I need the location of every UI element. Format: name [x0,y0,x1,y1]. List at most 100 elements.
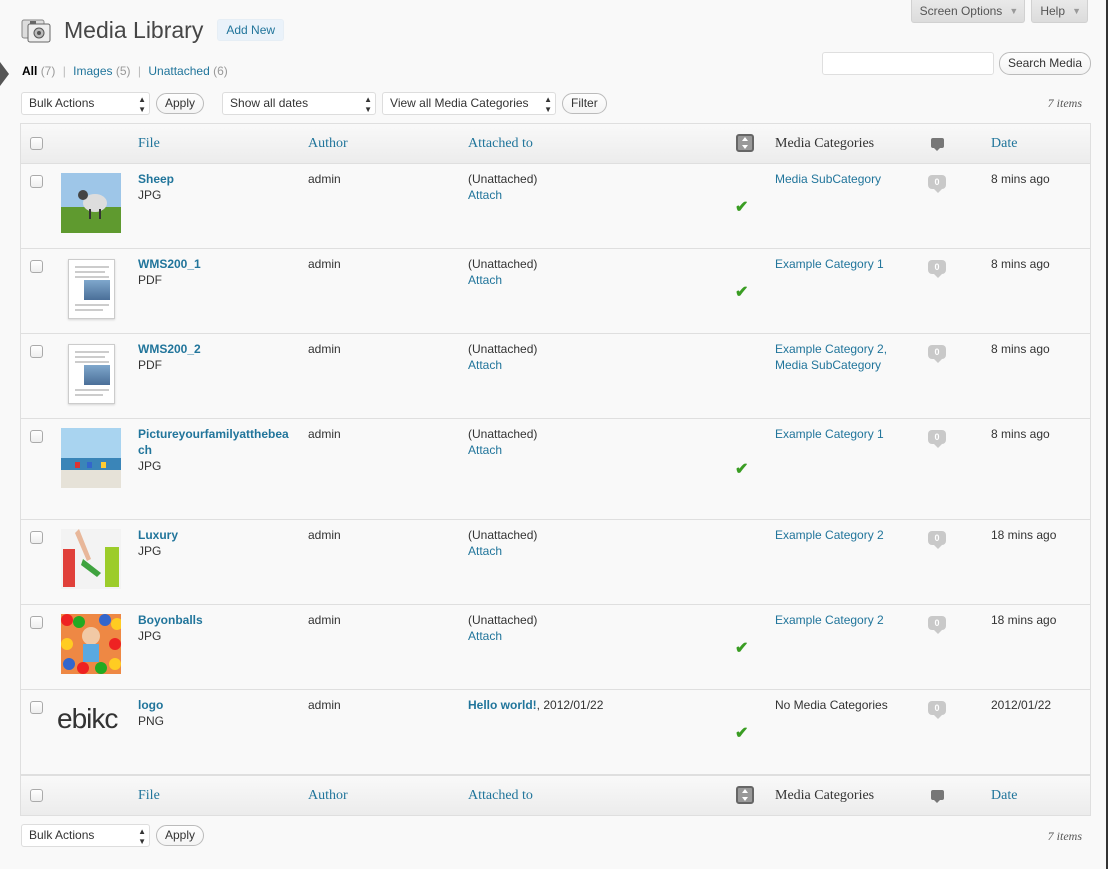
date-cell: 8 mins ago [991,257,1050,271]
comment-count-bubble[interactable]: 0 [928,345,946,363]
file-title-link[interactable]: WMS200_2 [138,342,201,356]
comment-count-bubble[interactable]: 0 [928,260,946,278]
categories-cell: Example Category 1 [775,256,884,272]
category-link[interactable]: Media SubCategory [775,172,881,186]
view-all-link[interactable]: All [22,64,37,78]
search-media-button[interactable]: Search Media [998,52,1091,75]
category-link[interactable]: Example Category 2 [775,528,884,542]
view-images-link[interactable]: Images [73,64,112,78]
attach-link[interactable]: Attach [468,358,502,372]
attached-status: (Unattached) [468,613,538,627]
attach-link[interactable]: Attach [468,443,502,457]
screen-options-button[interactable]: Screen Options ▼ [910,0,1026,23]
thumbnail-beach[interactable] [61,428,121,488]
comment-count-bubble[interactable]: 0 [928,701,946,719]
column-file-label[interactable]: File [138,788,160,803]
attach-link[interactable]: Attach [468,188,502,202]
row-checkbox[interactable] [30,345,43,358]
attach-link[interactable]: Attach [468,629,502,643]
table-row: ebikc logo PNG admin Hello world!, 2012/… [21,690,1090,775]
category-link[interactable]: Example Category 2 [775,613,884,627]
file-type: JPG [138,629,162,643]
file-title-link[interactable]: Luxury [138,528,178,542]
column-attached-label[interactable]: Attached to [468,136,533,151]
table-row: WMS200_2 PDF admin (Unattached) Attach E… [21,334,1090,419]
checkmark-icon: ✔ [735,461,749,478]
items-count-bottom: 7 items [1047,829,1082,843]
comments-column-icon[interactable] [931,790,944,803]
select-arrows-icon: ▲ ▼ [138,95,146,114]
row-checkbox[interactable] [30,616,43,629]
file-title-link[interactable]: WMS200_1 [138,257,201,271]
row-checkbox[interactable] [30,175,43,188]
apply-button[interactable]: Apply [156,93,205,114]
category-link[interactable]: Example Category 1 [775,257,884,271]
file-title-link[interactable]: logo [138,698,163,712]
view-unattached-link[interactable]: Unattached [148,64,209,78]
dates-value: Show all dates [230,96,309,110]
filter-button[interactable]: Filter [562,93,607,114]
select-all-checkbox[interactable] [30,137,43,150]
category-link[interactable]: Media SubCategory [775,358,881,372]
column-attached-to[interactable]: Attached to [468,124,533,164]
file-title-link[interactable]: Sheep [138,172,174,186]
row-checkbox[interactable] [30,701,43,714]
thumbnail-document[interactable] [68,259,115,319]
attached-cell: (Unattached) Attach [468,256,537,288]
comment-count-bubble[interactable]: 0 [928,430,946,448]
bulk-actions-select[interactable]: Bulk Actions ▲ ▼ [21,824,150,847]
column-author-label[interactable]: Author [308,136,348,151]
file-title-link[interactable]: Pictureyourfamilyatthebea ch [138,427,289,457]
thumbnail-luxury[interactable] [61,529,121,589]
comment-count-bubble[interactable]: 0 [928,175,946,193]
sync-column-icon [736,134,754,152]
column-attached-to[interactable]: Attached to [468,776,533,816]
row-checkbox[interactable] [30,430,43,443]
attached-cell: (Unattached) Attach [468,171,537,203]
select-arrows-icon: ▲ ▼ [364,95,373,114]
attached-status: (Unattached) [468,342,538,356]
column-date-label[interactable]: Date [991,136,1017,151]
select-all-checkbox[interactable] [30,789,43,802]
attach-link[interactable]: Attach [468,273,502,287]
apply-button[interactable]: Apply [156,825,205,846]
column-file[interactable]: File [138,776,160,816]
thumbnail-logo[interactable]: ebikc [57,704,129,734]
thumbnail-balls[interactable] [61,614,121,674]
column-author[interactable]: Author [308,776,348,816]
bulk-actions-value: Bulk Actions [29,96,95,110]
collapsed-menu-arrow[interactable] [0,62,9,86]
view-all-count: (7) [40,64,56,78]
column-author[interactable]: Author [308,124,348,164]
row-checkbox[interactable] [30,531,43,544]
row-checkbox[interactable] [30,260,43,273]
search-input[interactable] [821,52,994,75]
dates-select[interactable]: Show all dates ▲ ▼ [222,92,377,115]
file-title-part: ch [138,443,153,457]
column-file-label[interactable]: File [138,136,160,151]
file-title-link[interactable]: Boyonballs [138,613,203,627]
category-link[interactable]: Example Category 2, [775,342,887,356]
category-link[interactable]: Example Category 1 [775,427,884,441]
thumbnail-document[interactable] [68,344,115,404]
author-cell: admin [308,698,341,712]
screen-options-label: Screen Options [919,4,1003,18]
column-attached-label[interactable]: Attached to [468,788,533,803]
attached-post-link[interactable]: Hello world! [468,698,537,712]
attached-cell: Hello world!, 2012/01/22 [468,697,603,713]
column-author-label[interactable]: Author [308,788,348,803]
help-button[interactable]: Help ▼ [1031,0,1088,23]
column-file[interactable]: File [138,124,160,164]
table-row: Sheep JPG admin (Unattached) Attach ✔ Me… [21,164,1090,249]
comments-column-icon[interactable] [931,138,944,151]
column-date[interactable]: Date [991,776,1017,816]
thumbnail-sheep[interactable] [61,173,121,233]
add-new-button[interactable]: Add New [217,19,285,41]
media-categories-select[interactable]: View all Media Categories ▲ ▼ [382,92,557,115]
column-date-label[interactable]: Date [991,788,1017,803]
column-date[interactable]: Date [991,124,1017,164]
bulk-actions-select[interactable]: Bulk Actions ▲ ▼ [21,92,150,115]
comment-count-bubble[interactable]: 0 [928,616,946,634]
attach-link[interactable]: Attach [468,544,502,558]
comment-count-bubble[interactable]: 0 [928,531,946,549]
